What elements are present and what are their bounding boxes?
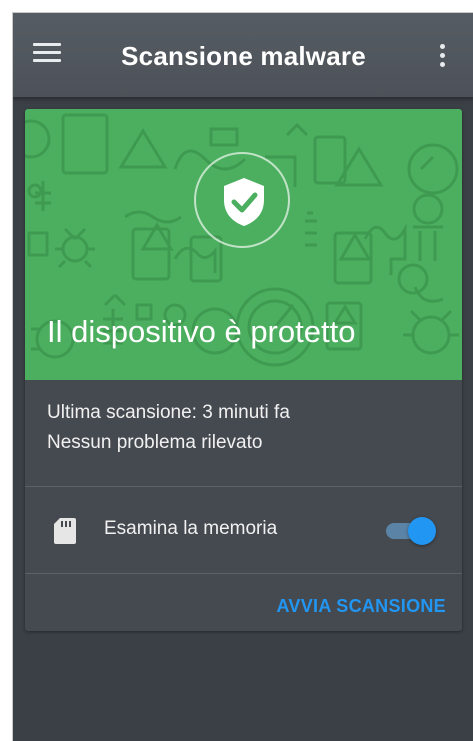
app-screen: Scansione malware Il dispositivo è prote…: [12, 12, 473, 741]
scan-info: Ultima scansione: 3 minuti fa Nessun pro…: [47, 398, 290, 458]
status-banner: Il dispositivo è protetto: [25, 109, 462, 380]
sd-card-icon: [54, 518, 76, 544]
memory-scan-toggle[interactable]: [386, 516, 438, 546]
shield-check-icon: [224, 178, 264, 226]
toggle-thumb: [408, 517, 436, 545]
memory-scan-option[interactable]: Esamina la memoria: [25, 487, 462, 573]
start-scan-button[interactable]: AVVIA SCANSIONE: [276, 596, 446, 617]
status-card: Il dispositivo è protetto Ultima scansio…: [25, 109, 462, 631]
app-bar: Scansione malware: [13, 13, 473, 97]
more-options-icon[interactable]: [438, 44, 446, 70]
problems-text: Nessun problema rilevato: [47, 432, 263, 453]
shield-badge: [194, 152, 290, 248]
page-title: Scansione malware: [121, 41, 366, 71]
status-text: Il dispositivo è protetto: [47, 314, 356, 349]
memory-scan-label: Esamina la memoria: [104, 518, 278, 539]
divider: [25, 573, 462, 574]
last-scan-text: Ultima scansione: 3 minuti fa: [47, 402, 290, 423]
